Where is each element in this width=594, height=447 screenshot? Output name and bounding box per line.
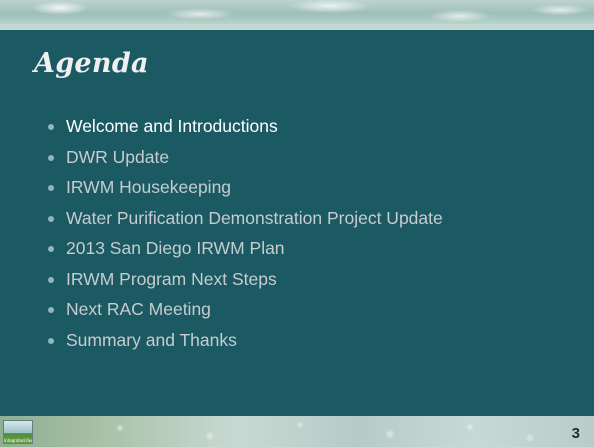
agenda-item-welcome: Welcome and Introductions bbox=[48, 116, 443, 147]
agenda-item-summary: Summary and Thanks bbox=[48, 330, 443, 361]
agenda-item-label: IRWM Program Next Steps bbox=[66, 268, 277, 289]
agenda-item-next-steps: IRWM Program Next Steps bbox=[48, 269, 443, 300]
bullet-icon bbox=[48, 215, 54, 222]
agenda-item-label: 2013 San Diego IRWM Plan bbox=[66, 238, 285, 258]
slide-title: Agenda bbox=[34, 48, 149, 79]
content-panel: Agenda Welcome and Introductions DWR Upd… bbox=[0, 30, 594, 416]
agenda-item-water-purification: Water Purification Demonstration Project… bbox=[48, 208, 443, 239]
bullet-icon bbox=[48, 307, 54, 313]
bullet-icon bbox=[48, 185, 54, 191]
bullet-icon bbox=[48, 276, 54, 283]
bullet-icon bbox=[48, 337, 54, 344]
slide: Agenda Welcome and Introductions DWR Upd… bbox=[0, 0, 594, 447]
agenda-item-label: Water Purification Demonstration Project… bbox=[66, 207, 443, 228]
bullet-icon bbox=[48, 154, 54, 161]
agenda-item-label: Summary and Thanks bbox=[66, 329, 237, 350]
bullet-icon bbox=[48, 124, 54, 130]
agenda-item-housekeeping: IRWM Housekeeping bbox=[48, 177, 443, 208]
agenda-list: Welcome and Introductions DWR Update IRW… bbox=[48, 116, 443, 360]
page-number: 3 bbox=[571, 425, 580, 442]
agenda-item-next-rac-meeting: Next RAC Meeting bbox=[48, 299, 443, 330]
agenda-item-irwm-plan: 2013 San Diego IRWM Plan bbox=[48, 238, 443, 269]
agenda-item-label: Next RAC Meeting bbox=[66, 299, 211, 319]
logo-text: Integrated Regional bbox=[4, 438, 32, 443]
agenda-item-label: DWR Update bbox=[66, 146, 170, 167]
agenda-item-label: Welcome and Introductions bbox=[66, 116, 278, 136]
agenda-item-dwr-update: DWR Update bbox=[48, 147, 443, 178]
bullet-icon bbox=[48, 246, 54, 252]
bottom-water-banner bbox=[0, 416, 594, 447]
agenda-item-label: IRWM Housekeeping bbox=[66, 177, 232, 197]
irwm-logo-icon: Integrated Regional bbox=[3, 420, 33, 444]
